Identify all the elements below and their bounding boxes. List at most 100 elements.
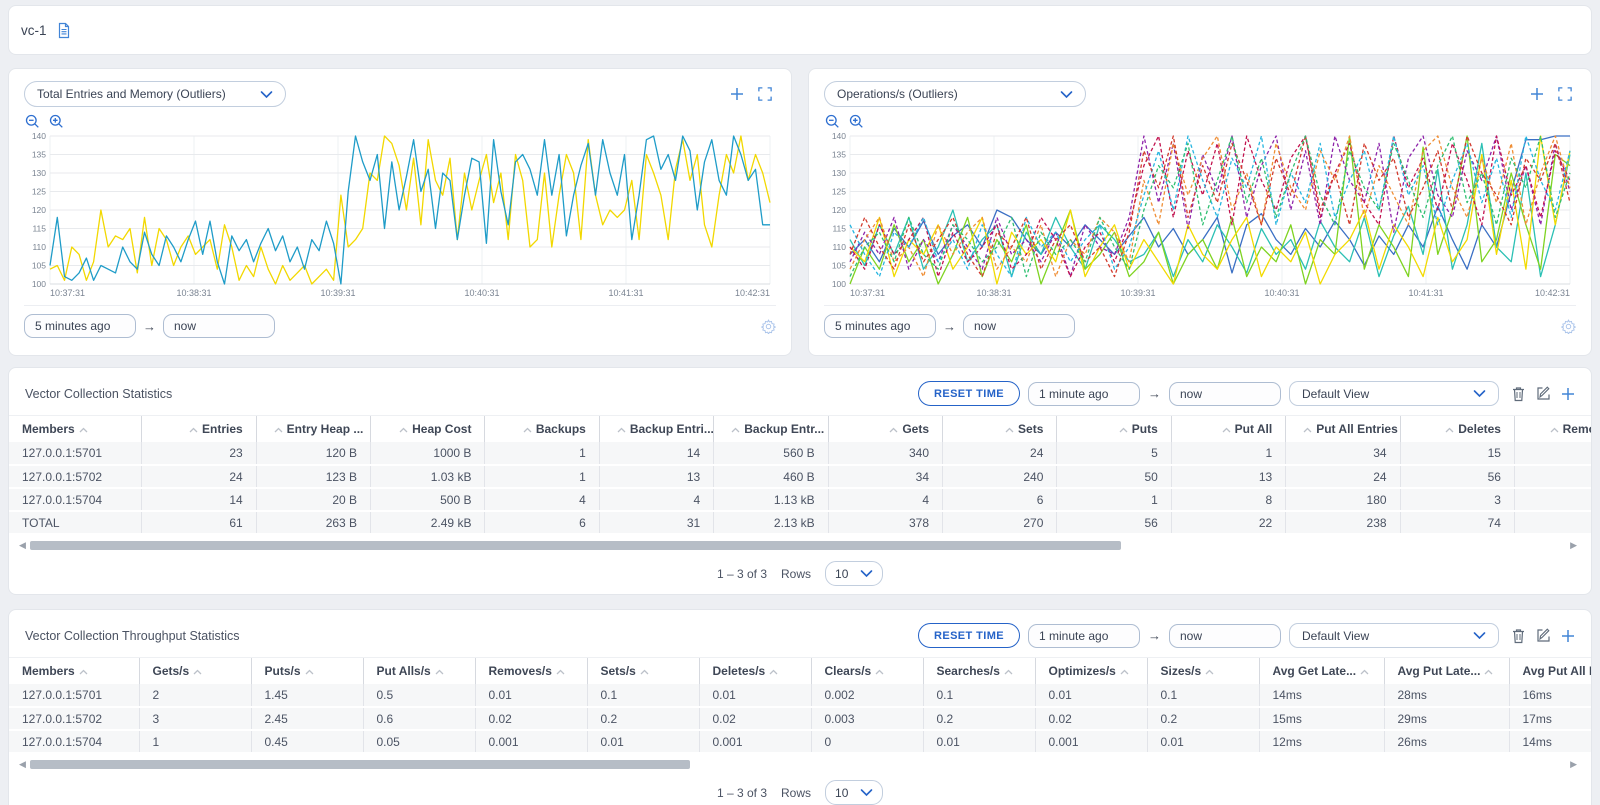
- operations-line-chart[interactable]: 10:37:3110:38:3110:39:3110:40:3110:41:31…: [824, 131, 1576, 299]
- delete-view-trash-icon[interactable]: [1511, 386, 1526, 402]
- delete-view-trash-icon[interactable]: [1511, 628, 1526, 644]
- edit-view-icon[interactable]: [1536, 386, 1551, 401]
- column-header-sizes-s[interactable]: Sizes/s: [1147, 658, 1259, 684]
- column-header-puts-s[interactable]: Puts/s: [251, 658, 363, 684]
- scroll-right-icon[interactable]: ▶: [1570, 760, 1577, 769]
- column-header-gets[interactable]: Gets: [828, 416, 942, 442]
- reset-time-button[interactable]: RESET TIME: [918, 623, 1020, 648]
- entries-memory-line-chart[interactable]: 10:37:3110:38:3110:39:3110:40:3110:41:31…: [24, 131, 776, 299]
- cell: 74: [1400, 511, 1514, 534]
- table-time-from-input[interactable]: [1028, 382, 1140, 406]
- cell: 2.13 kB: [714, 511, 828, 534]
- cell: 0.01: [699, 684, 811, 707]
- column-header-searches-s[interactable]: Searches/s: [923, 658, 1035, 684]
- table-row: 127.0.0.1:570121.450.50.010.10.010.0020.…: [9, 684, 1591, 707]
- column-header-backup-entri[interactable]: Backup Entri...: [599, 416, 713, 442]
- cell: 17ms: [1509, 707, 1591, 730]
- column-header-avg-put-all-l[interactable]: Avg Put All L...: [1509, 658, 1591, 684]
- cell: 560 B: [714, 442, 828, 465]
- chart-panel-operations: Operations/s (Outliers) 10:37:3110:38:31…: [808, 68, 1592, 356]
- cell: 0.1: [587, 684, 699, 707]
- column-header-sets[interactable]: Sets: [943, 416, 1057, 442]
- column-header-removes-s[interactable]: Removes/s: [475, 658, 587, 684]
- view-select[interactable]: Default View: [1289, 623, 1499, 648]
- zoom-out-icon[interactable]: [825, 114, 840, 129]
- column-header-heap-cost[interactable]: Heap Cost: [371, 416, 485, 442]
- column-header-put-alls-s[interactable]: Put Alls/s: [363, 658, 475, 684]
- rows-per-page-select[interactable]: 10: [825, 561, 883, 586]
- fullscreen-icon[interactable]: [758, 87, 772, 101]
- fullscreen-icon[interactable]: [1558, 87, 1572, 101]
- chevron-down-icon: [1473, 631, 1486, 640]
- column-header-avg-put-late[interactable]: Avg Put Late...: [1384, 658, 1509, 684]
- column-header-gets-s[interactable]: Gets/s: [139, 658, 251, 684]
- table-time-to-input[interactable]: [1169, 382, 1281, 406]
- add-view-icon[interactable]: [1561, 629, 1575, 643]
- stats-table-panel: Vector Collection Throughput Statistics …: [8, 609, 1592, 805]
- column-header-entry-heap[interactable]: Entry Heap ...: [256, 416, 370, 442]
- column-header-removes[interactable]: Removes: [1514, 416, 1591, 442]
- view-select[interactable]: Default View: [1289, 381, 1499, 406]
- scroll-right-icon[interactable]: ▶: [1570, 541, 1577, 550]
- view-select-value: Default View: [1302, 629, 1369, 643]
- scroll-left-icon[interactable]: ◀: [19, 760, 26, 769]
- scrollbar-thumb[interactable]: [30, 760, 691, 769]
- column-header-backup-entr[interactable]: Backup Entr...: [714, 416, 828, 442]
- column-header-avg-get-late[interactable]: Avg Get Late...: [1259, 658, 1384, 684]
- edit-view-icon[interactable]: [1536, 628, 1551, 643]
- chart-settings-gear-icon[interactable]: [761, 319, 776, 334]
- column-header-put-all-entries[interactable]: Put All Entries: [1286, 416, 1400, 442]
- cell: 120 B: [256, 442, 370, 465]
- cell: 22: [1171, 511, 1285, 534]
- add-view-icon[interactable]: [1561, 387, 1575, 401]
- table-scroll-area[interactable]: MembersEntriesEntry Heap ...Heap CostBac…: [9, 415, 1591, 535]
- pagination-range: 1 – 3 of 3: [717, 567, 767, 581]
- scroll-left-icon[interactable]: ◀: [19, 541, 26, 550]
- column-header-deletes-s[interactable]: Deletes/s: [699, 658, 811, 684]
- column-header-backups[interactable]: Backups: [485, 416, 599, 442]
- horizontal-scrollbar[interactable]: ◀ ▶: [19, 757, 1577, 771]
- zoom-in-icon[interactable]: [849, 114, 864, 129]
- scrollbar-thumb[interactable]: [30, 541, 1121, 550]
- table-scroll-area[interactable]: MembersGets/sPuts/sPut Alls/sRemoves/sSe…: [9, 657, 1591, 754]
- column-header-entries[interactable]: Entries: [142, 416, 256, 442]
- view-select-value: Default View: [1302, 387, 1369, 401]
- zoom-in-icon[interactable]: [49, 114, 64, 129]
- column-header-deletes[interactable]: Deletes: [1400, 416, 1514, 442]
- chart-time-to-input[interactable]: [163, 314, 275, 338]
- add-chart-icon[interactable]: [1530, 87, 1544, 101]
- cell: 0.01: [475, 684, 587, 707]
- svg-text:140: 140: [832, 131, 846, 141]
- chart-time-from-input[interactable]: [24, 314, 136, 338]
- chart-time-to-input[interactable]: [963, 314, 1075, 338]
- column-header-clears-s[interactable]: Clears/s: [811, 658, 923, 684]
- document-icon[interactable]: [56, 22, 72, 39]
- cell: 4: [828, 488, 942, 511]
- chart-time-from-input[interactable]: [824, 314, 936, 338]
- table-time-to-input[interactable]: [1169, 624, 1281, 648]
- cell: 0.003: [811, 707, 923, 730]
- table-time-from-input[interactable]: [1028, 624, 1140, 648]
- column-header-optimizes-s[interactable]: Optimizes/s: [1035, 658, 1147, 684]
- column-header-members[interactable]: Members: [9, 658, 139, 684]
- zoom-out-icon[interactable]: [25, 114, 40, 129]
- cell: 0.2: [923, 707, 1035, 730]
- column-header-members[interactable]: Members: [9, 416, 142, 442]
- column-header-puts[interactable]: Puts: [1057, 416, 1171, 442]
- cell: 0.02: [699, 707, 811, 730]
- chart-metric-select[interactable]: Total Entries and Memory (Outliers): [24, 81, 286, 107]
- chart-metric-select[interactable]: Operations/s (Outliers): [824, 81, 1086, 107]
- cell: 6: [943, 488, 1057, 511]
- column-header-put-all[interactable]: Put All: [1171, 416, 1285, 442]
- rows-per-page-select[interactable]: 10: [825, 780, 883, 805]
- chart-settings-gear-icon[interactable]: [1561, 319, 1576, 334]
- reset-time-button[interactable]: RESET TIME: [918, 381, 1020, 406]
- cell: 29ms: [1384, 707, 1509, 730]
- column-header-sets-s[interactable]: Sets/s: [587, 658, 699, 684]
- cell: 270: [943, 511, 1057, 534]
- cell: 123 B: [256, 465, 370, 488]
- cell: 127.0.0.1:5702: [9, 465, 142, 488]
- cell: 15: [1400, 442, 1514, 465]
- horizontal-scrollbar[interactable]: ◀ ▶: [19, 538, 1577, 552]
- add-chart-icon[interactable]: [730, 87, 744, 101]
